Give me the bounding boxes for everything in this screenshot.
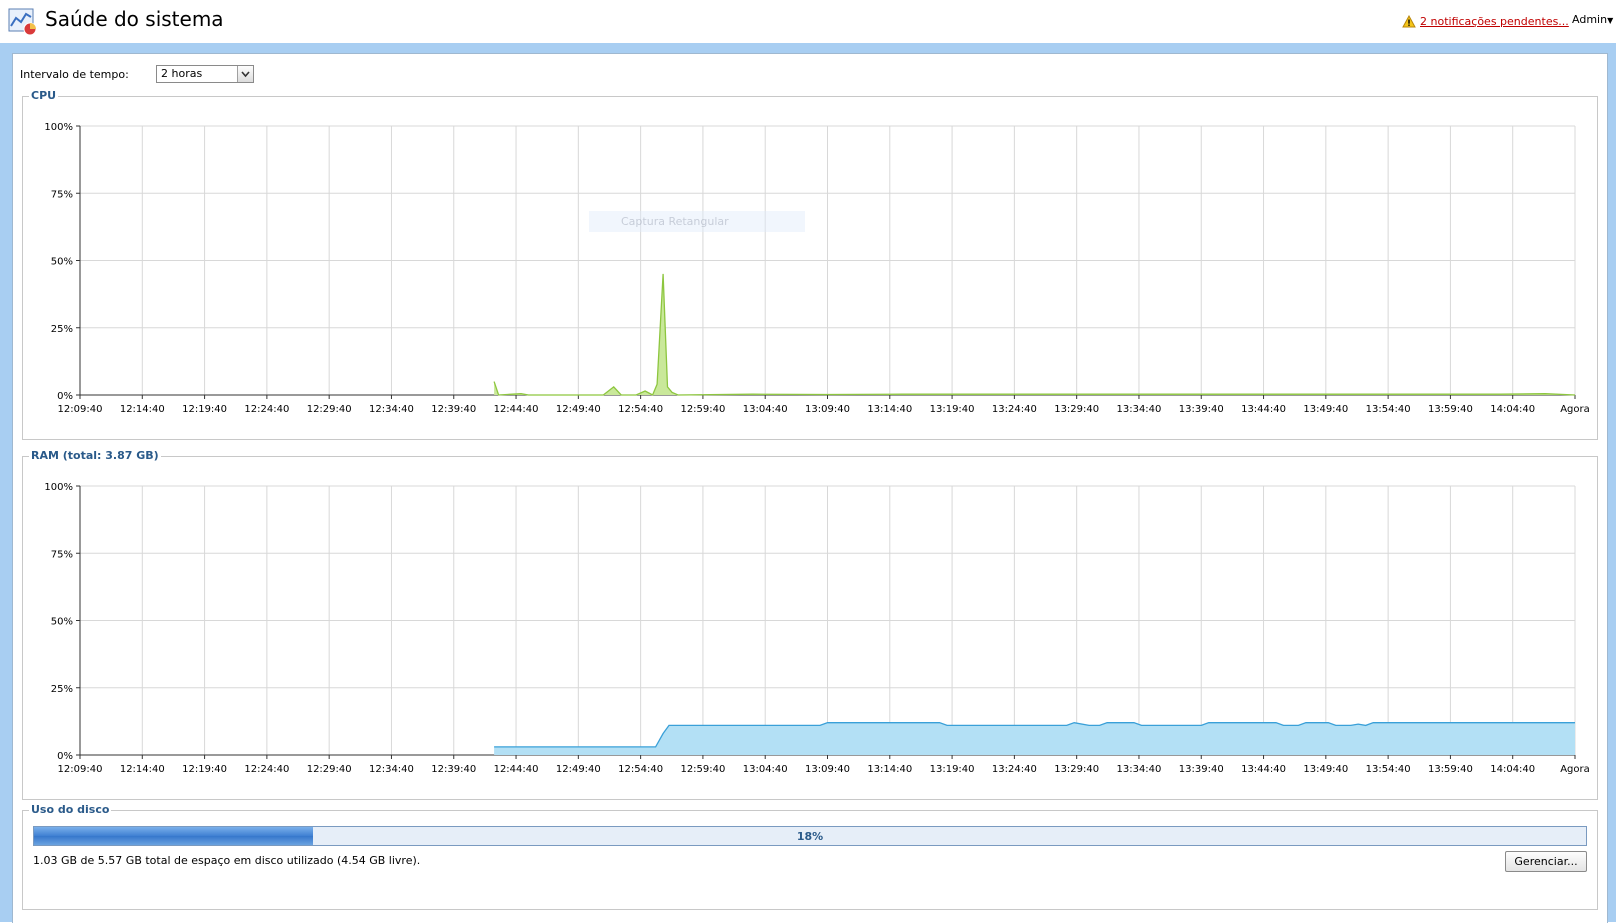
ram-x-tick-label: 12:44:40 [494,764,539,775]
ram-group: RAM (total: 3.87 GB) 100% 75% 50% 25% 0% 12:0… [22,449,1598,800]
ram-x-tick-label: 12:54:40 [618,764,663,775]
cpu-x-tick-label: 13:19:40 [930,404,975,415]
ram-x-tick-label: 13:34:40 [1116,764,1161,775]
ram-x-tick-label: 13:49:40 [1303,764,1348,775]
system-health-icon [8,8,37,36]
ram-x-tick-label: 13:19:40 [930,764,975,775]
ghost-tooltip: Captura Retangular [589,211,805,232]
ram-x-tick-label: 12:14:40 [120,764,165,775]
cpu-y-tick-label: 0% [57,391,73,402]
ram-x-tick-label: 13:09:40 [805,764,850,775]
cpu-x-tick-label: 13:24:40 [992,404,1037,415]
warning-icon [1402,14,1416,27]
cpu-x-tick-label: 13:09:40 [805,404,850,415]
cpu-x-tick-label: Agora [1560,404,1590,415]
ram-x-tick-label: 13:29:40 [1054,764,1099,775]
cpu-x-tick-label: 13:04:40 [743,404,788,415]
ram-x-tick-label: 12:09:40 [58,764,103,775]
cpu-x-tick-label: 13:34:40 [1116,404,1161,415]
ram-y-tick-label: 100% [44,482,73,493]
cpu-x-tick-label: 13:59:40 [1428,404,1473,415]
cpu-y-tick-label: 100% [44,122,73,133]
cpu-area-fill [494,273,1576,395]
cpu-x-tick-label: 13:39:40 [1179,404,1224,415]
user-menu-label: Admin [1572,13,1608,26]
cpu-x-tick-label: 12:44:40 [494,404,539,415]
interval-select[interactable]: 2 horas [156,65,254,83]
disk-usage-bar: 18% [33,826,1587,846]
caret-down-icon: ▼ [1607,16,1614,25]
interval-label: Intervalo de tempo: [20,68,129,81]
cpu-x-tick-label: 13:54:40 [1366,404,1411,415]
interval-value: 2 horas [161,67,203,80]
cpu-x-tick-label: 12:49:40 [556,404,601,415]
user-menu[interactable]: Admin▼ [1572,13,1613,26]
header: Saúde do sistema 2 notificações pendente… [0,0,1616,43]
disk-usage-percent: 18% [796,830,824,843]
cpu-x-tick-label: 14:04:40 [1490,404,1535,415]
ram-x-tick-label: 13:59:40 [1428,764,1473,775]
ram-y-tick-label: 75% [51,549,73,560]
notifications-link[interactable]: 2 notificações pendentes... [1420,15,1569,28]
ram-chart: 100% 75% 50% 25% 0% 12:09:40 12:14:40 12:19:40 1… [44,482,1590,775]
ram-y-tick-label: 50% [51,617,73,628]
cpu-series-line [493,273,1576,396]
cpu-x-tick-label: 12:54:40 [618,404,663,415]
ram-area-fill [494,722,1576,755]
cpu-y-tick-label: 25% [51,324,73,335]
cpu-x-tick-label: 13:14:40 [867,404,912,415]
cpu-x-tick-label: 13:49:40 [1303,404,1348,415]
ram-y-tick-label: 0% [57,751,73,762]
cpu-x-tick-label: 12:29:40 [307,404,352,415]
ram-x-tick-label: 13:04:40 [743,764,788,775]
dropdown-button[interactable] [237,66,253,82]
cpu-x-tick-label: 12:34:40 [369,404,414,415]
cpu-x-tick-label: 12:19:40 [182,404,227,415]
cpu-group: CPU 100% 75% 50% 25% 0% 12:09:40 12:14:40 12:19… [22,89,1598,440]
ram-x-tick-label: 13:14:40 [867,764,912,775]
chevron-down-icon [241,71,250,78]
cpu-x-tick-label: 13:29:40 [1054,404,1099,415]
manage-button[interactable]: Gerenciar... [1505,851,1587,872]
ram-y-tick-label: 25% [51,684,73,695]
cpu-x-tick-label: 13:44:40 [1241,404,1286,415]
ram-x-tick-label: Agora [1560,764,1590,775]
ram-x-tick-label: 12:24:40 [244,764,289,775]
disk-usage-summary: 1.03 GB de 5.57 GB total de espaço em di… [33,854,421,867]
ram-x-tick-label: 12:19:40 [182,764,227,775]
ram-x-tick-label: 13:24:40 [992,764,1037,775]
ram-x-tick-label: 13:39:40 [1179,764,1224,775]
notifications[interactable]: 2 notificações pendentes... [1402,13,1569,29]
cpu-x-tick-label: 12:09:40 [58,404,103,415]
ram-x-tick-label: 13:44:40 [1241,764,1286,775]
ram-x-tick-label: 12:29:40 [307,764,352,775]
cpu-x-tick-label: 12:24:40 [244,404,289,415]
ram-x-tick-label: 12:34:40 [369,764,414,775]
ram-x-tick-label: 14:04:40 [1490,764,1535,775]
cpu-x-tick-label: 12:59:40 [680,404,725,415]
page-title: Saúde do sistema [45,7,224,31]
ram-x-tick-label: 13:54:40 [1366,764,1411,775]
cpu-x-tick-label: 12:39:40 [431,404,476,415]
cpu-x-tick-label: 12:14:40 [120,404,165,415]
ram-x-tick-label: 12:59:40 [680,764,725,775]
cpu-chart: 100% 75% 50% 25% 0% 12:09:40 12:14:40 12:19:40 1… [44,122,1590,415]
ram-x-tick-label: 12:49:40 [556,764,601,775]
cpu-y-tick-label: 50% [51,257,73,268]
cpu-y-tick-label: 75% [51,189,73,200]
ram-x-tick-label: 12:39:40 [431,764,476,775]
disk-legend: Uso do disco [29,803,112,816]
